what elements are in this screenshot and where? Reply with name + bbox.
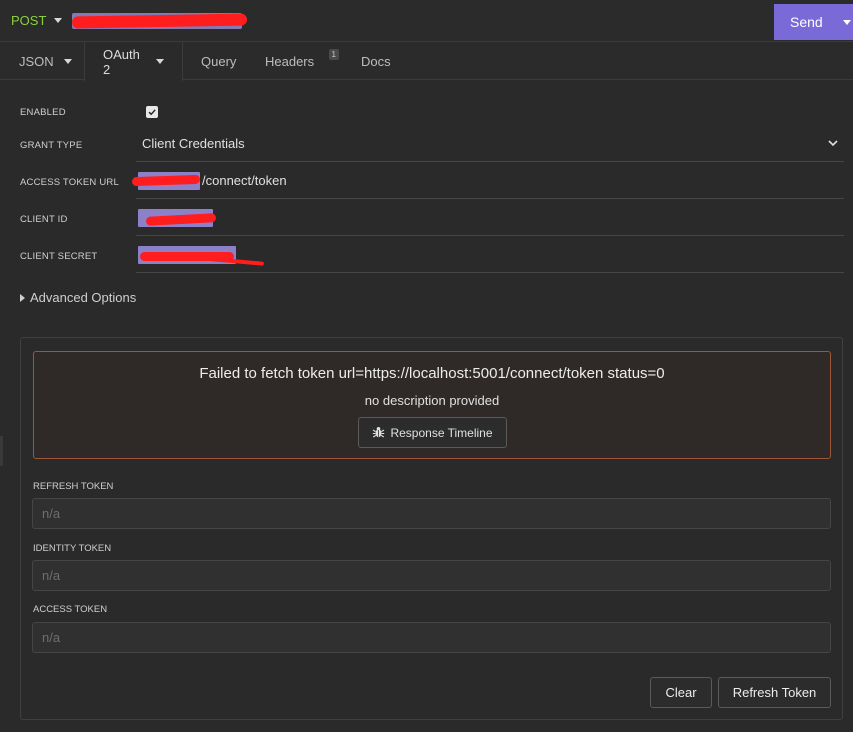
- grant-type-select[interactable]: Client Credentials: [136, 126, 844, 162]
- send-button[interactable]: Send: [774, 4, 853, 40]
- client-secret-input[interactable]: [136, 237, 844, 273]
- access-token-label: ACCESS TOKEN: [33, 604, 108, 615]
- access-token-url-suffix: /connect/token: [202, 173, 287, 188]
- tab-label: OAuth 2: [103, 46, 140, 77]
- tab-docs[interactable]: Docs: [343, 42, 409, 80]
- clear-button[interactable]: Clear: [650, 677, 712, 708]
- enabled-checkbox[interactable]: [146, 106, 158, 118]
- refresh-token-input[interactable]: [32, 498, 831, 529]
- chevron-down-icon: [54, 18, 63, 23]
- grant-type-label: GRANT TYPE: [20, 140, 83, 151]
- redacted-host: [131, 170, 202, 192]
- token-panel: Failed to fetch token url=https://localh…: [20, 337, 843, 720]
- caret-right-icon: [20, 293, 25, 302]
- send-label: Send: [790, 14, 823, 30]
- clear-label: Clear: [665, 685, 697, 700]
- access-token-input[interactable]: [32, 622, 831, 653]
- resize-handle[interactable]: [0, 436, 3, 466]
- response-timeline-button[interactable]: Response Timeline: [358, 417, 507, 448]
- url-bar: POST: [0, 0, 853, 42]
- tab-body-type[interactable]: JSON: [0, 42, 84, 80]
- access-token-url-input[interactable]: /connect/token: [131, 163, 844, 199]
- send-dropdown-icon[interactable]: [843, 19, 851, 25]
- response-timeline-label: Response Timeline: [390, 425, 493, 440]
- tab-label: JSON: [19, 53, 54, 69]
- method-dropdown[interactable]: POST: [0, 13, 63, 28]
- access-token-url-label: ACCESS TOKEN URL: [20, 177, 119, 188]
- client-id-label: CLIENT ID: [20, 214, 68, 225]
- tab-auth[interactable]: OAuth 2: [84, 42, 183, 81]
- error-box: Failed to fetch token url=https://localh…: [33, 351, 831, 459]
- client-id-input[interactable]: [136, 200, 844, 236]
- refresh-token-label: REFRESH TOKEN: [33, 481, 114, 492]
- client-secret-label: CLIENT SECRET: [20, 251, 98, 262]
- bug-icon: [373, 427, 385, 438]
- tab-label: Query: [201, 53, 237, 69]
- chevron-down-icon: [156, 59, 164, 64]
- redacted-client-secret: [136, 244, 265, 266]
- advanced-options-label: Advanced Options: [30, 290, 137, 305]
- headers-count-badge: 1: [328, 49, 339, 60]
- check-icon: [148, 109, 156, 116]
- request-tabs: JSON OAuth 2 Query Headers 1 Docs: [0, 42, 853, 81]
- enabled-label: ENABLED: [20, 107, 66, 118]
- tab-label: Headers: [265, 53, 315, 69]
- identity-token-input[interactable]: [32, 560, 831, 591]
- error-title: Failed to fetch token url=https://localh…: [199, 365, 665, 382]
- tab-query[interactable]: Query: [183, 42, 249, 80]
- grant-type-value: Client Credentials: [142, 136, 245, 151]
- advanced-options-toggle[interactable]: Advanced Options: [20, 290, 136, 305]
- identity-token-label: IDENTITY TOKEN: [33, 543, 112, 554]
- tab-label: Docs: [361, 53, 391, 69]
- refresh-token-button[interactable]: Refresh Token: [718, 677, 831, 708]
- redacted-client-id: [136, 207, 217, 229]
- error-description: no description provided: [364, 393, 500, 408]
- url-input-redacted[interactable]: [72, 11, 248, 31]
- chevron-down-icon: [63, 58, 72, 64]
- tab-headers[interactable]: Headers 1: [249, 42, 343, 80]
- method-label: POST: [11, 13, 47, 28]
- chevron-down-icon: [828, 140, 838, 147]
- refresh-token-button-label: Refresh Token: [732, 685, 817, 700]
